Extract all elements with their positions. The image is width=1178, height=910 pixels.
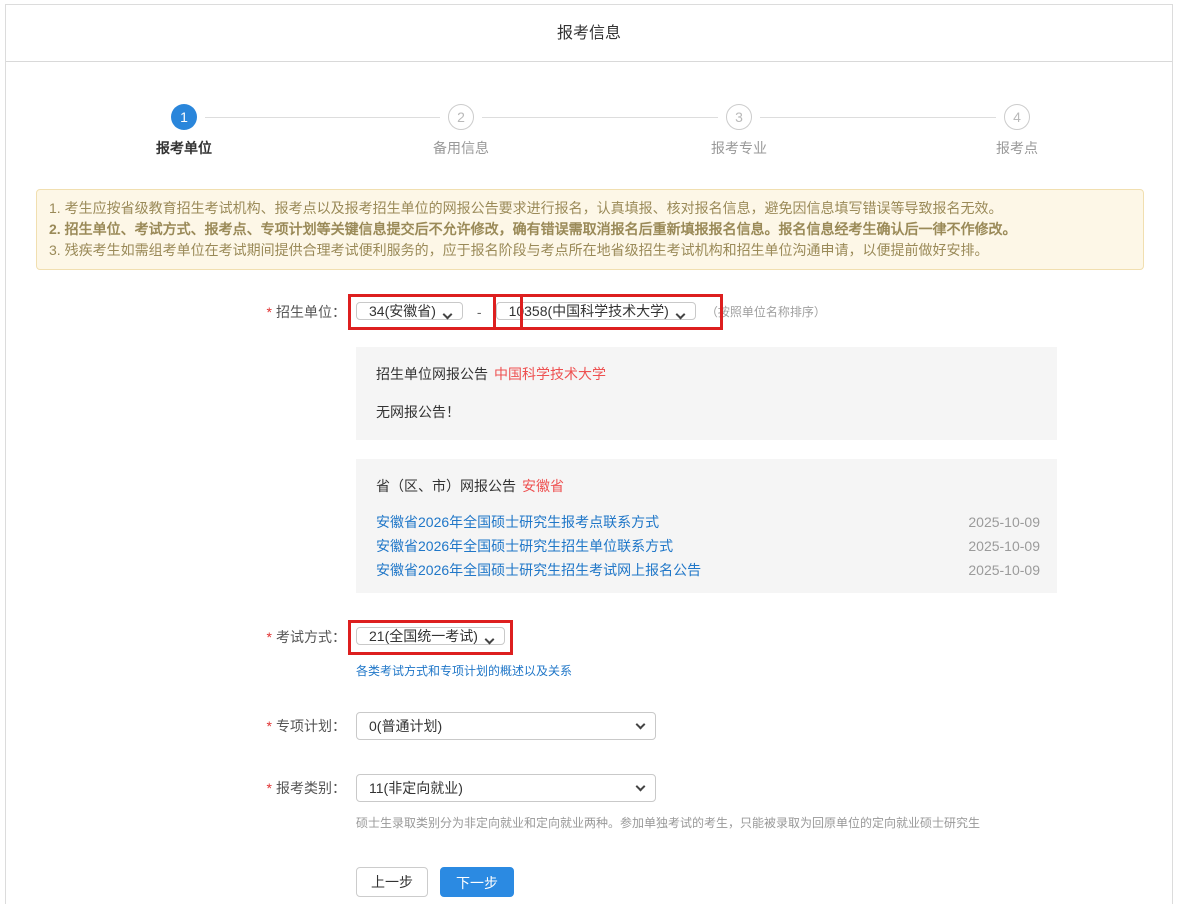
unit-sort-hint: （按照单位名称排序） — [706, 298, 826, 326]
page-container: 报考信息 1 2 3 4 报考单位 备用信息 报考专业 报考点 1. 考生应按省… — [5, 4, 1173, 904]
province-notice-title: 省（区、市）网报公告安徽省 — [376, 476, 1040, 496]
required-asterisk: * — [267, 629, 272, 645]
special-plan-label: *专项计划： — [6, 712, 346, 740]
form-row-special-plan: *专项计划： 0(普通计划) — [6, 712, 1172, 740]
step-label-2: 备用信息 — [381, 138, 541, 158]
step-label-1: 报考单位 — [104, 138, 264, 158]
special-plan-select[interactable]: 0(普通计划) — [356, 712, 656, 740]
notice-box: 1. 考生应按省级教育招生考试机构、报考点以及报考招生单位的网报公告要求进行报名… — [36, 189, 1144, 270]
unit-select-value: 10358(中国科学技术大学) — [509, 303, 669, 319]
announcement-date-2: 2025-10-09 — [968, 534, 1040, 558]
announcement-date-3: 2025-10-09 — [968, 558, 1040, 582]
register-category-note: 硕士生录取类别分为非定向就业和定向就业两种。参加单独考试的考生，只能被录取为回原… — [356, 814, 1172, 831]
step-circle-1: 1 — [171, 104, 197, 130]
exam-method-info-link[interactable]: 各类考试方式和专项计划的概述以及关系 — [356, 662, 572, 679]
unit-select[interactable]: 10358(中国科学技术大学) — [496, 302, 696, 320]
unit-notice-body: 无网报公告！ — [376, 402, 1040, 422]
notice-line-1: 1. 考生应按省级教育招生考试机构、报考点以及报考招生单位的网报公告要求进行报名… — [49, 198, 1131, 219]
step-circle-4: 4 — [1004, 104, 1030, 130]
announcement-row: 安徽省2026年全国硕士研究生招生考试网上报名公告 2025-10-09 — [376, 558, 1040, 582]
form-row-admission-unit: *招生单位： 34(安徽省) - 10358(中国科学技术大学) （按照单位名称… — [6, 298, 1172, 326]
announcement-link-3[interactable]: 安徽省2026年全国硕士研究生招生考试网上报名公告 — [376, 558, 701, 582]
page-title: 报考信息 — [6, 5, 1172, 62]
chevron-down-icon — [636, 720, 646, 730]
chevron-down-icon — [675, 310, 685, 320]
step-connector — [205, 117, 440, 118]
page-header: 报考信息 — [6, 5, 1172, 62]
unit-notice-box: 招生单位网报公告中国科学技术大学 无网报公告！ — [356, 347, 1057, 440]
form-row-register-category: *报考类别： 11(非定向就业) — [6, 774, 1172, 802]
exam-method-select-value: 21(全国统一考试) — [369, 628, 478, 644]
announcement-link-1[interactable]: 安徽省2026年全国硕士研究生报考点联系方式 — [376, 510, 659, 534]
province-select[interactable]: 34(安徽省) — [356, 302, 463, 320]
register-category-select-value: 11(非定向就业) — [369, 780, 463, 796]
step-circle-2: 2 — [448, 104, 474, 130]
chevron-down-icon — [636, 782, 646, 792]
announcement-row: 安徽省2026年全国硕士研究生招生单位联系方式 2025-10-09 — [376, 534, 1040, 558]
stepper: 1 2 3 4 报考单位 备用信息 报考专业 报考点 — [6, 62, 1172, 153]
required-asterisk: * — [267, 718, 272, 734]
announcement-date-1: 2025-10-09 — [968, 510, 1040, 534]
unit-notice-title: 招生单位网报公告中国科学技术大学 — [376, 364, 1040, 384]
action-buttons: 上一步 下一步 — [356, 867, 1172, 897]
register-category-select[interactable]: 11(非定向就业) — [356, 774, 656, 802]
previous-step-button[interactable]: 上一步 — [356, 867, 428, 897]
province-notice-box: 省（区、市）网报公告安徽省 安徽省2026年全国硕士研究生报考点联系方式 202… — [356, 459, 1057, 593]
chevron-down-icon — [484, 635, 494, 645]
select-separator: - — [477, 298, 482, 326]
notice-line-3: 3. 残疾考生如需组考单位在考试期间提供合理考试便利服务的，应于报名阶段与考点所… — [49, 240, 1131, 261]
step-label-3: 报考专业 — [659, 138, 819, 158]
form-row-exam-method: *考试方式： 21(全国统一考试) — [6, 623, 1172, 651]
step-circle-3: 3 — [726, 104, 752, 130]
next-step-button[interactable]: 下一步 — [440, 867, 514, 897]
special-plan-select-value: 0(普通计划) — [369, 718, 442, 734]
admission-unit-label: *招生单位： — [6, 298, 346, 326]
step-label-4: 报考点 — [937, 138, 1097, 158]
exam-method-select[interactable]: 21(全国统一考试) — [356, 627, 505, 645]
announcement-row: 安徽省2026年全国硕士研究生报考点联系方式 2025-10-09 — [376, 510, 1040, 534]
announcement-link-2[interactable]: 安徽省2026年全国硕士研究生招生单位联系方式 — [376, 534, 673, 558]
unit-notice-highlight: 中国科学技术大学 — [494, 366, 606, 382]
required-asterisk: * — [267, 304, 272, 320]
chevron-down-icon — [442, 310, 452, 320]
province-select-value: 34(安徽省) — [369, 303, 436, 319]
register-category-label: *报考类别： — [6, 774, 346, 802]
required-asterisk: * — [267, 780, 272, 796]
province-notice-highlight: 安徽省 — [522, 478, 564, 494]
step-connector — [482, 117, 718, 118]
exam-method-label: *考试方式： — [6, 623, 346, 651]
notice-line-2: 2. 招生单位、考试方式、报考点、专项计划等关键信息提交后不允许修改，确有错误需… — [49, 219, 1131, 240]
step-connector — [760, 117, 996, 118]
